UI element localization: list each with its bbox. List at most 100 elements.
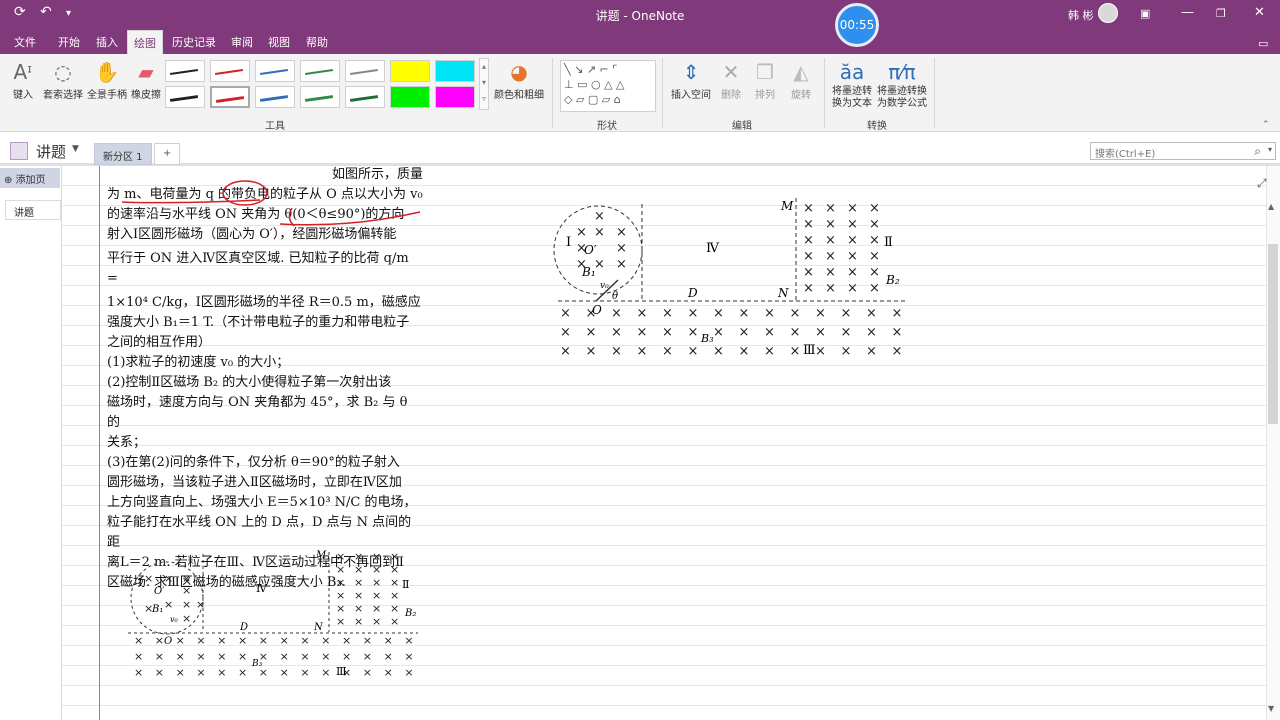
field-cross-mark: × bbox=[155, 634, 164, 647]
field-cross-mark: × bbox=[892, 344, 903, 359]
field-cross-mark: × bbox=[869, 201, 880, 216]
field-cross-mark: × bbox=[384, 666, 393, 679]
label-b1: B₁ bbox=[151, 604, 163, 615]
label-o-prime: O′ bbox=[584, 243, 597, 257]
field-cross-mark: × bbox=[866, 325, 877, 340]
field-cross-mark: × bbox=[616, 241, 627, 256]
field-cross-mark: × bbox=[637, 344, 648, 359]
field-cross-mark: × bbox=[196, 650, 205, 663]
field-cross-mark: × bbox=[372, 615, 381, 628]
field-cross-mark: × bbox=[825, 201, 836, 216]
field-cross-mark: × bbox=[847, 249, 858, 264]
field-cross-mark: × bbox=[825, 249, 836, 264]
field-cross-mark: × bbox=[688, 325, 699, 340]
field-cross-mark: × bbox=[354, 589, 363, 602]
field-cross-mark: × bbox=[637, 306, 648, 321]
field-cross-mark: × bbox=[869, 217, 880, 232]
scroll-down-icon[interactable]: ▼ bbox=[1268, 704, 1274, 713]
field-cross-mark: × bbox=[404, 634, 413, 647]
field-cross-mark: × bbox=[182, 584, 191, 597]
field-cross-mark: × bbox=[134, 634, 143, 647]
field-cross-mark: × bbox=[134, 666, 143, 679]
field-diagram-small: × × × × × × × × × × × × × × × × × × × × × × × × × × × × × × × × × × × × × × × ×… bbox=[122, 548, 422, 683]
field-cross-mark: × bbox=[803, 249, 814, 264]
label-d: D bbox=[687, 286, 698, 300]
field-cross-mark: × bbox=[363, 666, 372, 679]
ink-bracket bbox=[288, 207, 295, 227]
label-b1: B₁ bbox=[581, 265, 596, 279]
label-v0: v₀ bbox=[600, 281, 609, 291]
field-cross-mark: × bbox=[790, 325, 801, 340]
field-cross-mark: × bbox=[713, 306, 724, 321]
field-cross-mark: × bbox=[764, 325, 775, 340]
field-cross-mark: × bbox=[637, 325, 648, 340]
label-m: M bbox=[780, 199, 794, 213]
field-cross-mark: × bbox=[803, 265, 814, 280]
field-cross-mark: × bbox=[300, 666, 309, 679]
field-cross-mark: × bbox=[594, 209, 605, 224]
label-region-3: Ⅲ bbox=[803, 343, 816, 358]
expand-icon[interactable]: ⤢ bbox=[1257, 176, 1267, 191]
field-cross-mark: × bbox=[372, 550, 381, 563]
diagram-figure: ××××××××××××××××××××××××××××××××××××××××… bbox=[553, 198, 908, 359]
field-cross-mark: × bbox=[176, 634, 185, 647]
label-n: N bbox=[313, 622, 324, 633]
field-cross-mark: × bbox=[155, 666, 164, 679]
field-cross-mark: × bbox=[390, 563, 399, 576]
field-diagram-large: × × × × × × × × × × × × × × × × × × × × × × × × × × × × × × × × × × × × × × × ×… bbox=[548, 190, 918, 360]
field-cross-mark: × bbox=[372, 589, 381, 602]
field-cross-mark: × bbox=[155, 650, 164, 663]
field-cross-mark: × bbox=[363, 634, 372, 647]
scrollbar-thumb[interactable] bbox=[1268, 244, 1278, 424]
field-cross-mark: × bbox=[586, 344, 597, 359]
scroll-up-icon[interactable]: ▲ bbox=[1268, 202, 1274, 211]
field-cross-mark: × bbox=[803, 281, 814, 296]
field-cross-mark: × bbox=[713, 325, 724, 340]
field-cross-mark: × bbox=[217, 650, 226, 663]
field-cross-mark: × bbox=[841, 344, 852, 359]
field-cross-mark: × bbox=[390, 589, 399, 602]
field-cross-mark: × bbox=[611, 325, 622, 340]
field-cross-mark: × bbox=[336, 563, 345, 576]
field-cross-mark: × bbox=[144, 572, 153, 585]
field-cross-mark: × bbox=[238, 666, 247, 679]
field-cross-mark: × bbox=[300, 634, 309, 647]
field-cross-mark: × bbox=[841, 306, 852, 321]
field-cross-mark: × bbox=[354, 576, 363, 589]
field-cross-mark: × bbox=[594, 225, 605, 240]
field-cross-mark: × bbox=[866, 344, 877, 359]
field-cross-mark: × bbox=[336, 576, 345, 589]
label-region-4: Ⅳ bbox=[706, 241, 720, 256]
field-cross-mark: × bbox=[336, 615, 345, 628]
field-cross-mark: × bbox=[372, 563, 381, 576]
field-cross-mark: × bbox=[164, 572, 173, 585]
field-cross-mark: × bbox=[713, 344, 724, 359]
field-cross-mark: × bbox=[869, 281, 880, 296]
label-region-2: Ⅱ bbox=[402, 578, 409, 591]
field-cross-mark: × bbox=[238, 634, 247, 647]
label-region-1: Ⅰ bbox=[138, 576, 142, 589]
field-cross-mark: × bbox=[662, 306, 673, 321]
field-cross-mark: × bbox=[196, 666, 205, 679]
field-cross-mark: × bbox=[372, 602, 381, 615]
label-o: O bbox=[164, 636, 172, 647]
field-cross-mark: × bbox=[815, 306, 826, 321]
field-cross-mark: × bbox=[825, 233, 836, 248]
label-v0: v₀ bbox=[170, 615, 179, 624]
field-cross-mark: × bbox=[688, 306, 699, 321]
field-cross-mark: × bbox=[790, 306, 801, 321]
field-cross-mark: × bbox=[336, 602, 345, 615]
field-cross-mark: × bbox=[803, 217, 814, 232]
recording-timer[interactable]: 00:55 bbox=[835, 3, 879, 47]
field-cross-mark: × bbox=[815, 344, 826, 359]
field-cross-mark: × bbox=[847, 265, 858, 280]
field-cross-mark: × bbox=[586, 325, 597, 340]
field-cross-mark: × bbox=[662, 344, 673, 359]
label-b2: B₂ bbox=[404, 608, 416, 619]
field-cross-mark: × bbox=[321, 634, 330, 647]
label-theta: θ bbox=[612, 291, 618, 302]
field-cross-mark: × bbox=[390, 615, 399, 628]
field-cross-mark: × bbox=[390, 550, 399, 563]
field-cross-mark: × bbox=[182, 598, 191, 611]
field-cross-mark: × bbox=[739, 344, 750, 359]
